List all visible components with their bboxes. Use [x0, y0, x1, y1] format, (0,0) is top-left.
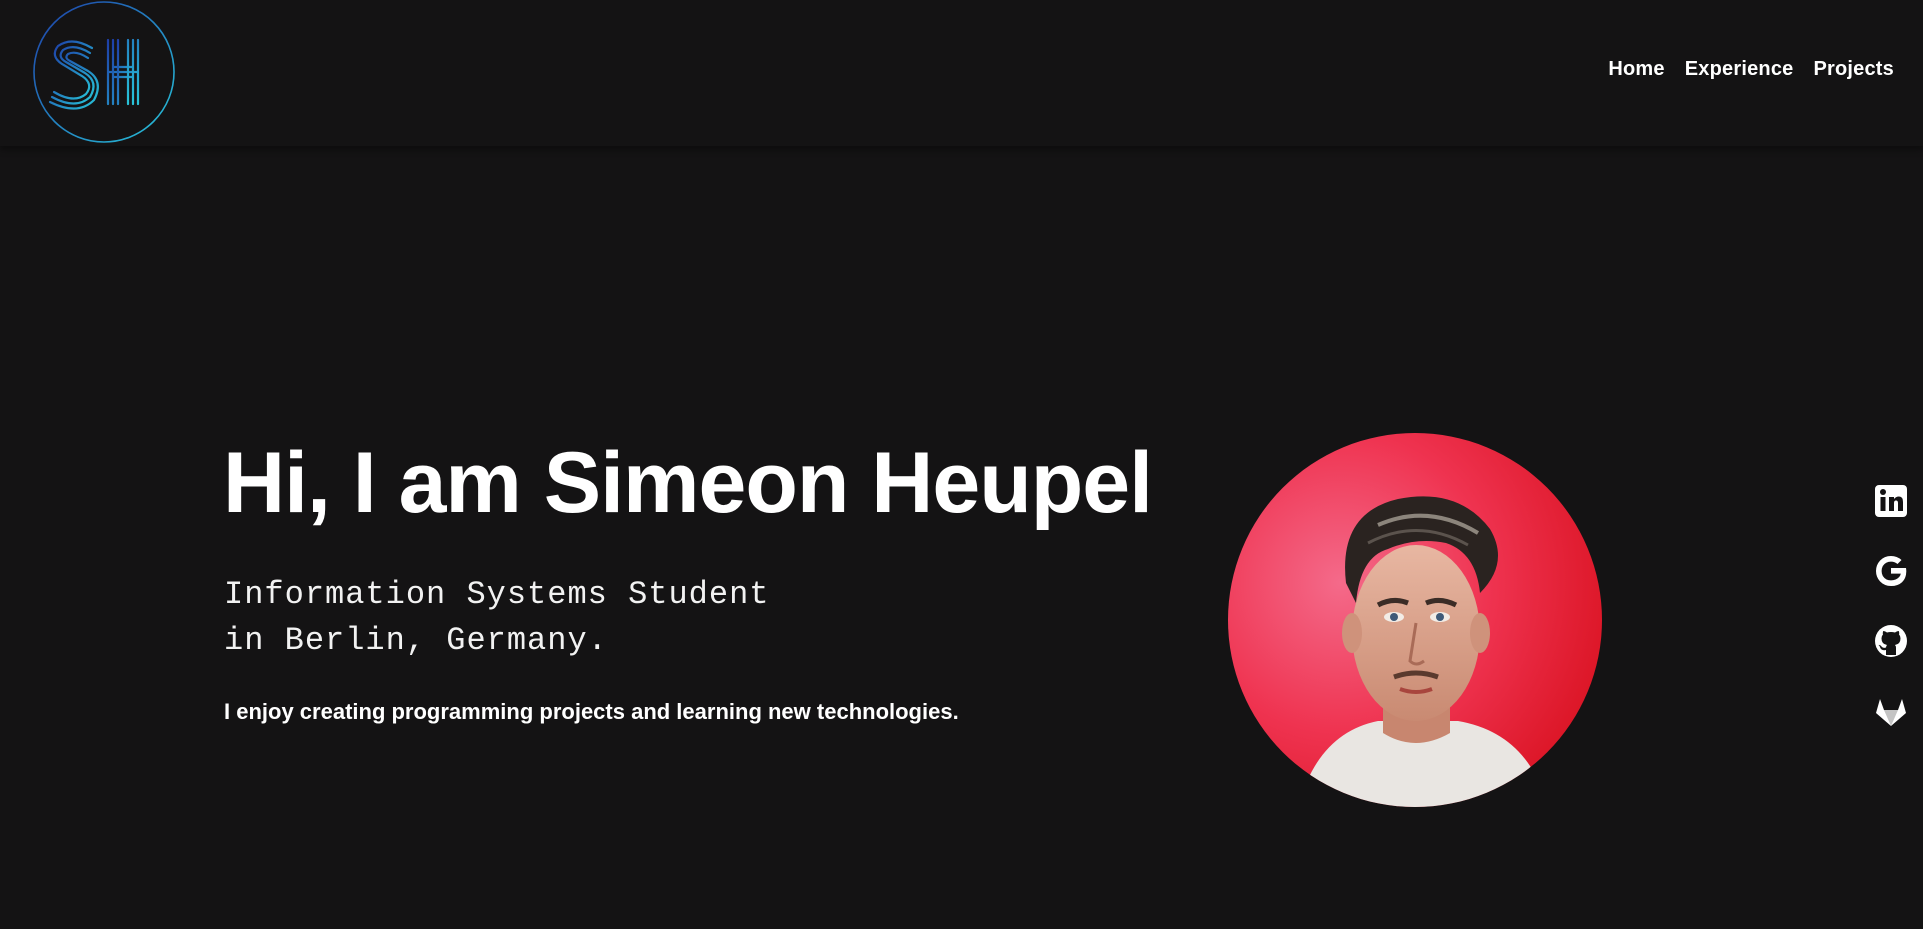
hero-subtitle-line1: Information Systems Student — [224, 576, 770, 613]
profile-photo — [1228, 433, 1602, 807]
gitlab-icon — [1876, 699, 1906, 726]
hero-description: I enjoy creating programming projects an… — [224, 699, 959, 724]
gitlab-link[interactable] — [1872, 692, 1910, 730]
hero-subtitle: Information Systems Student in Berlin, G… — [224, 572, 769, 664]
sh-logo-icon — [33, 1, 175, 143]
linkedin-icon — [1875, 485, 1907, 517]
social-links — [1872, 482, 1910, 762]
linkedin-link[interactable] — [1872, 482, 1910, 520]
profile-portrait-illustration — [1228, 433, 1602, 807]
google-link[interactable] — [1872, 552, 1910, 590]
google-icon — [1876, 556, 1907, 586]
page: Home Experience Projects Hi, I am Simeon… — [0, 0, 1923, 929]
hero-title: Hi, I am Simeon Heupel — [223, 435, 1153, 531]
github-icon — [1875, 625, 1907, 657]
github-link[interactable] — [1872, 622, 1910, 660]
logo-link[interactable] — [32, 0, 177, 145]
nav-home[interactable]: Home — [1608, 58, 1664, 81]
site-header: Home Experience Projects — [0, 0, 1923, 146]
hero-subtitle-line2: in Berlin, Germany. — [224, 622, 608, 659]
nav-experience[interactable]: Experience — [1685, 58, 1794, 81]
main-nav: Home Experience Projects — [1608, 58, 1894, 81]
nav-projects[interactable]: Projects — [1813, 58, 1894, 81]
